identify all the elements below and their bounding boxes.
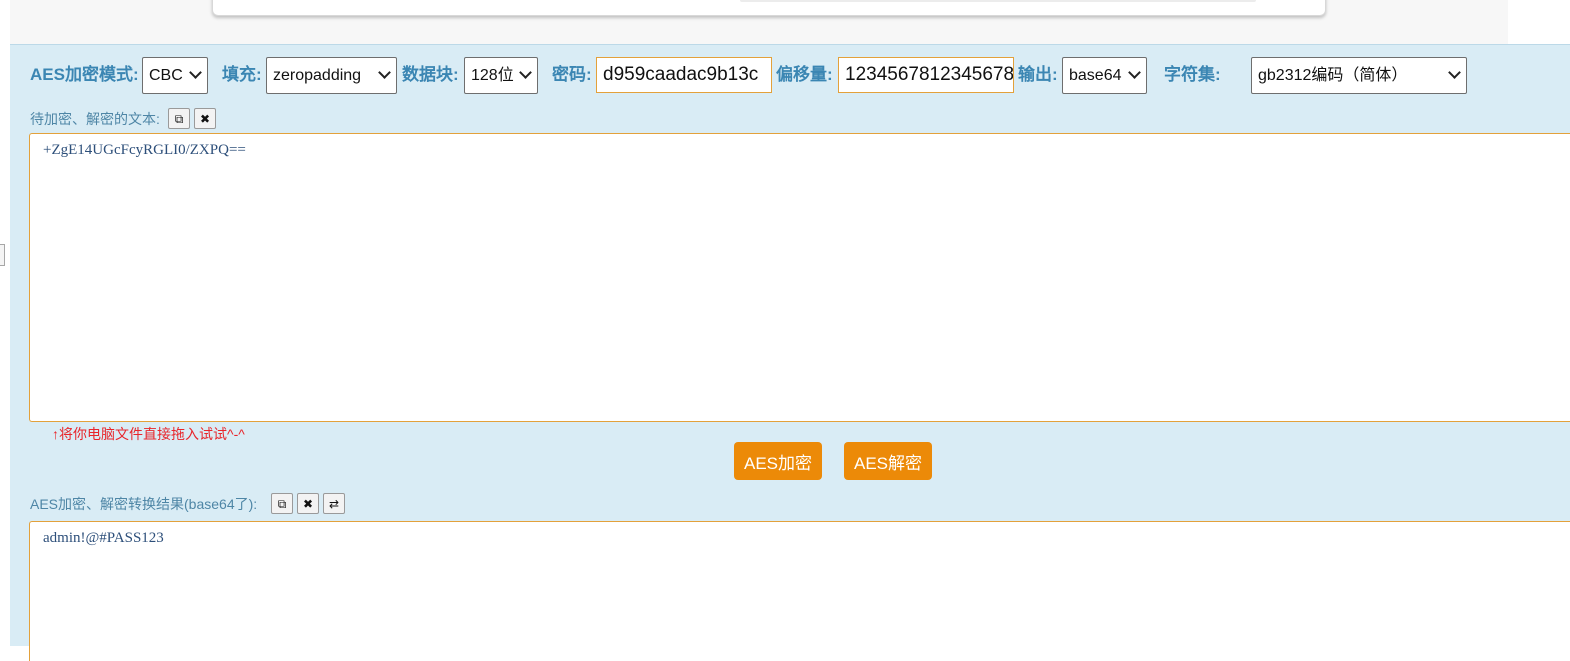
iv-label: 偏移量:	[776, 65, 833, 84]
password-label: 密码:	[552, 65, 592, 84]
copy-input-button[interactable]: ⧉	[168, 108, 190, 129]
output-format-select[interactable]: base64	[1062, 57, 1147, 94]
clear-input-button[interactable]: ✖	[194, 108, 216, 129]
top-card	[212, 0, 1326, 16]
block-label: 数据块:	[402, 65, 459, 84]
block-size-select[interactable]: 128位	[464, 57, 538, 94]
chevron-down-icon	[189, 66, 202, 79]
input-textarea[interactable]: +ZgE14UGcFcyRGLI0/ZXPQ==	[29, 133, 1570, 422]
charset-label: 字符集:	[1164, 65, 1221, 84]
charset-select-value: gb2312编码（简体）	[1258, 67, 1408, 84]
swap-icon: ⇄	[328, 496, 340, 511]
mode-select-value: CBC	[149, 67, 183, 84]
output-result-label: AES加密、解密转换结果(base64了):	[30, 496, 258, 512]
input-label: 待加密、解密的文本:	[30, 111, 160, 127]
top-strip	[10, 0, 1508, 44]
charset-select[interactable]: gb2312编码（简体）	[1251, 57, 1467, 94]
side-collapse-handle[interactable]	[0, 244, 5, 266]
chevron-down-icon	[1128, 66, 1141, 79]
copy-output-button[interactable]: ⧉	[271, 493, 293, 514]
aes-tool-panel: AES加密模式: CBC 填充: zeropadding 数据块: 128位 密…	[10, 44, 1570, 661]
decrypt-button[interactable]: AES解密	[844, 442, 932, 480]
chevron-down-icon	[378, 66, 391, 79]
padding-select-value: zeropadding	[273, 67, 362, 84]
clear-output-button[interactable]: ✖	[297, 493, 319, 514]
copy-icon: ⧉	[277, 496, 287, 511]
drag-hint: ↑将你电脑文件直接拖入试试^-^	[52, 426, 245, 442]
output-format-select-value: base64	[1069, 67, 1122, 84]
swap-button[interactable]: ⇄	[323, 493, 345, 514]
clear-icon: ✖	[199, 111, 211, 126]
padding-select[interactable]: zeropadding	[266, 57, 397, 94]
encrypt-button[interactable]: AES加密	[734, 442, 822, 480]
left-gutter	[0, 0, 10, 646]
clear-icon: ✖	[302, 496, 314, 511]
chevron-down-icon	[519, 66, 532, 79]
block-size-select-value: 128位	[471, 67, 514, 84]
padding-label: 填充:	[222, 65, 262, 84]
mode-label: AES加密模式:	[30, 65, 139, 84]
mode-select[interactable]: CBC	[142, 57, 208, 94]
password-input[interactable]: d959caadac9b13c	[596, 57, 772, 93]
output-label: 输出:	[1018, 65, 1058, 84]
iv-input[interactable]: 1234567812345678	[838, 57, 1014, 93]
chevron-down-icon	[1448, 66, 1461, 79]
output-textarea[interactable]: admin!@#PASS123	[29, 521, 1570, 661]
copy-icon: ⧉	[174, 111, 184, 126]
top-card-shadow	[740, 0, 1256, 2]
